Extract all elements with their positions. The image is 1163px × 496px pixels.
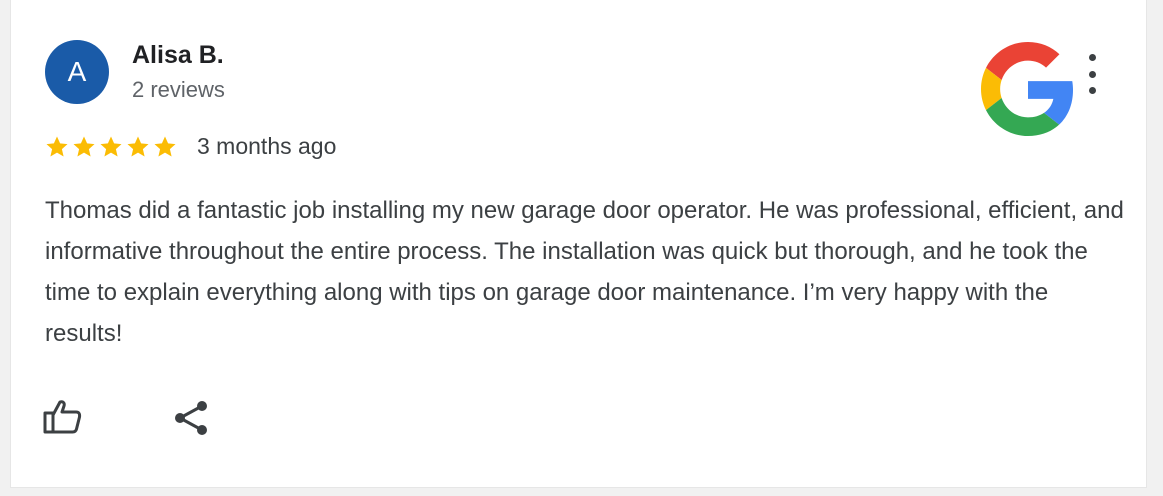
review-card: A Alisa B. 2 reviews 3 months ago Thomas… — [10, 0, 1147, 488]
avatar[interactable]: A — [45, 40, 109, 104]
menu-dot — [1088, 87, 1096, 94]
star-icon — [73, 136, 95, 157]
more-vert-icon[interactable] — [1081, 54, 1103, 94]
star-icon — [127, 136, 149, 157]
star-icon — [100, 136, 122, 157]
star-icon — [154, 136, 176, 157]
google-g-icon — [981, 42, 1074, 136]
review-text: Thomas did a fantastic job installing my… — [45, 197, 1124, 347]
menu-dot — [1088, 54, 1096, 61]
review-date: 3 months ago — [197, 133, 337, 159]
star-rating — [44, 131, 179, 163]
thumbs-up-icon[interactable] — [41, 396, 83, 438]
reviewer-name[interactable]: Alisa B. — [132, 41, 224, 70]
share-icon[interactable] — [171, 398, 211, 438]
reviewer-review-count: 2 reviews — [132, 77, 225, 102]
menu-dot — [1088, 70, 1096, 78]
star-icon — [46, 136, 68, 157]
avatar-letter: A — [67, 56, 87, 87]
